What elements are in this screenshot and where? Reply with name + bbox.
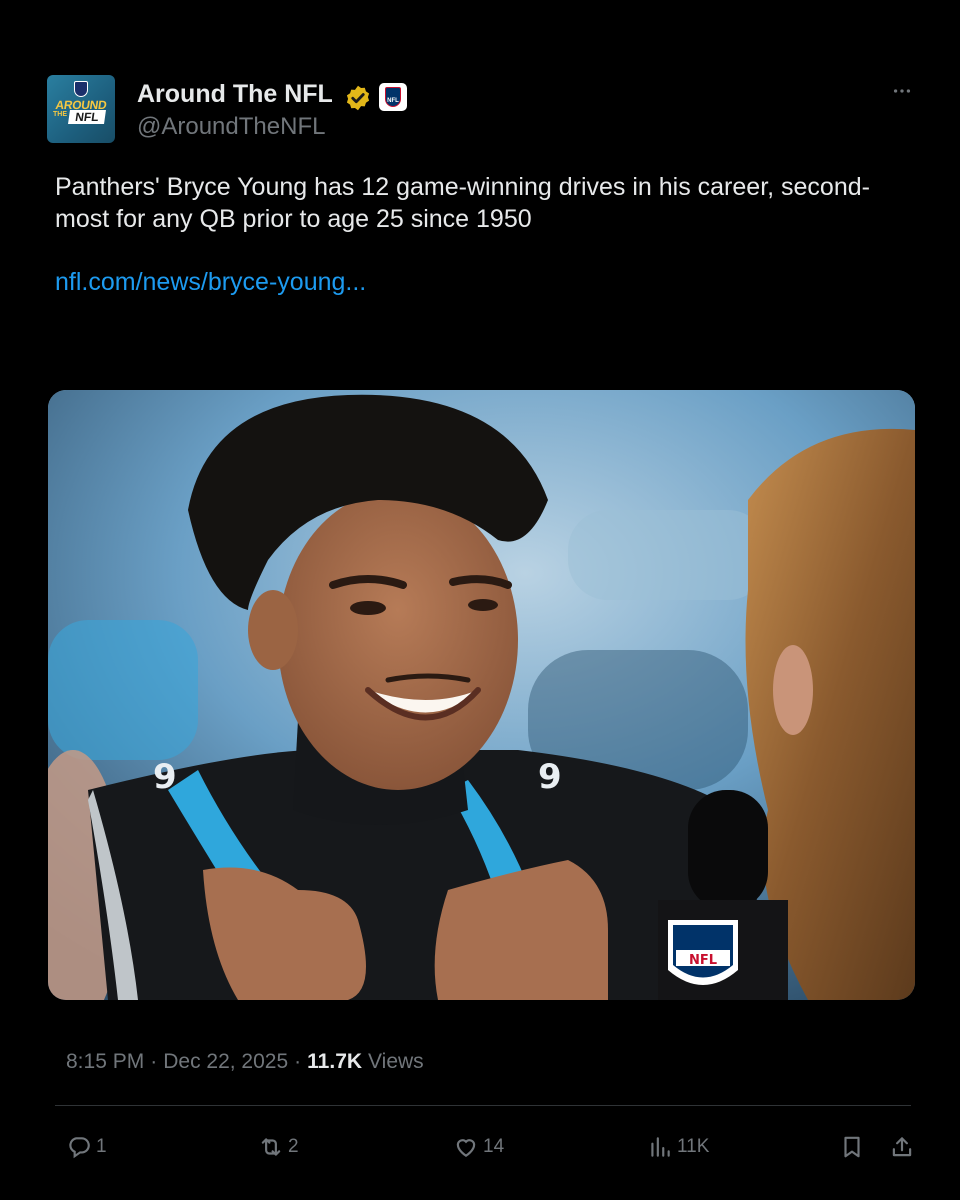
jersey-number-right: 9 — [538, 757, 562, 797]
affiliate-badge[interactable]: NFL — [379, 83, 407, 111]
tweet-timestamp[interactable]: 8:15 PM · Dec 22, 2025 · 11.7K Views — [66, 1050, 424, 1074]
views-button[interactable]: 11K — [647, 1130, 709, 1164]
author-handle[interactable]: @AroundTheNFL — [137, 113, 325, 141]
share-icon — [892, 1137, 912, 1157]
more-dots-icon — [893, 89, 911, 93]
like-button[interactable]: 14 — [453, 1130, 504, 1164]
divider — [55, 1105, 911, 1106]
mic-flag-text: NFL — [689, 953, 717, 968]
bookmark-icon — [844, 1136, 860, 1158]
avatar-nfl-text: NFL — [68, 110, 106, 124]
meta-separator: · — [150, 1050, 158, 1073]
tweet-date: Dec 22, 2025 — [163, 1050, 289, 1073]
like-count: 14 — [483, 1136, 505, 1157]
verified-badge-icon[interactable] — [344, 84, 372, 112]
author-avatar[interactable]: AROUND THE NFL — [47, 75, 115, 143]
tweet-link[interactable]: nfl.com/news/bryce-young... — [55, 268, 366, 297]
reply-icon — [69, 1137, 90, 1159]
tweet-time: 8:15 PM — [66, 1050, 145, 1073]
nfl-affiliate-icon: NFL — [385, 87, 401, 107]
heart-icon — [456, 1139, 476, 1157]
photo-illustration: 9 9 NFL — [48, 390, 915, 1000]
share-button[interactable] — [889, 1130, 915, 1164]
tweet-text: Panthers' Bryce Young has 12 game-winnin… — [55, 173, 870, 233]
author-name[interactable]: Around The NFL — [137, 80, 333, 109]
analytics-icon — [651, 1137, 670, 1157]
retweet-button[interactable]: 2 — [258, 1130, 299, 1164]
nfl-shield-icon — [74, 81, 88, 97]
retweet-count: 2 — [288, 1136, 299, 1157]
views-label: Views — [368, 1050, 424, 1073]
reply-count: 1 — [96, 1136, 107, 1157]
bookmark-button[interactable] — [839, 1130, 865, 1164]
views-action-count: 11K — [677, 1136, 710, 1157]
tweet-photo[interactable]: 9 9 NFL — [48, 390, 915, 1000]
meta-separator-2: · — [294, 1050, 302, 1073]
retweet-icon — [261, 1138, 281, 1156]
jersey-number-left: 9 — [153, 757, 177, 797]
views-count: 11.7K — [307, 1050, 363, 1073]
avatar-the-text: THE — [53, 111, 67, 118]
reply-button[interactable]: 1 — [66, 1130, 107, 1164]
more-options-button[interactable] — [888, 80, 916, 106]
